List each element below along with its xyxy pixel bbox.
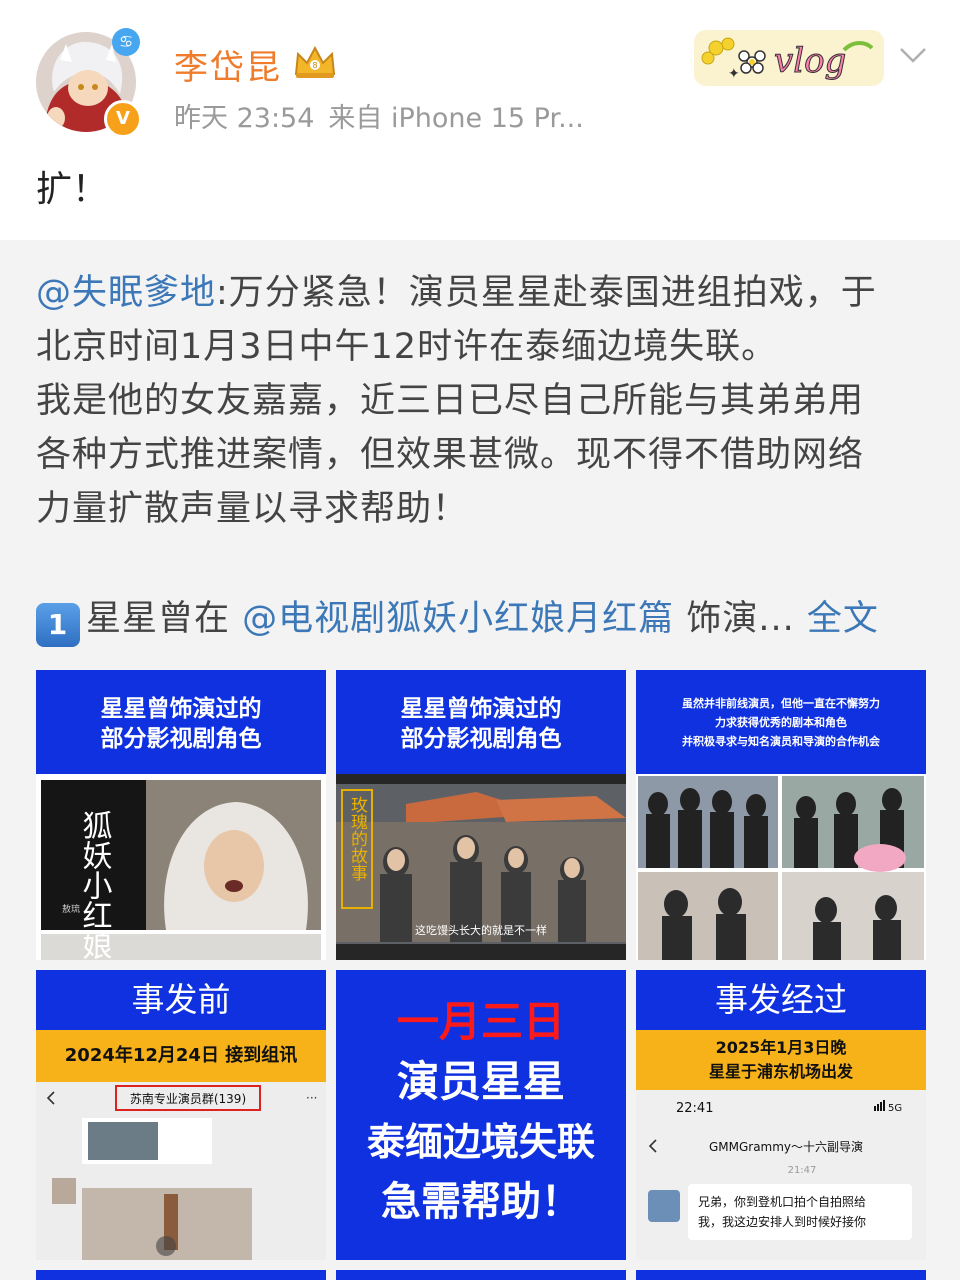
image-1-title-line-1: 星星曾饰演过的	[100, 696, 262, 722]
repost-line-2: 北京时间1月3日中午12时许在泰缅边境失联。	[36, 327, 778, 367]
chevron-down-icon[interactable]	[898, 40, 928, 70]
image-2-vertical-text: 玫瑰的故事	[347, 796, 368, 881]
svg-text:···: ···	[306, 1091, 317, 1105]
drama-mention-link[interactable]: @电视剧狐妖小红娘月红篇	[242, 599, 674, 639]
image-6-date-line-1: 2025年1月3日晚	[715, 1038, 847, 1057]
image-5-line-4: 急需帮助！	[381, 1179, 581, 1225]
repost-item-line: 1 星星曾在 @电视剧狐妖小红娘月红篇 饰演... 全文	[36, 590, 879, 647]
repost-line-1: :万分紧急！演员星星赴泰国进组拍戏，于	[216, 273, 877, 313]
image-6-phone-time: 22:41	[676, 1101, 713, 1116]
svg-text:8: 8	[312, 61, 317, 70]
vlog-sticker-icon: ✦ vlog	[694, 30, 884, 86]
image-3-title: 虽然并非前线演员，但他一直在不懈努力 力求获得优秀的剧本和角色 并积极寻求与知名…	[636, 670, 926, 774]
crown-vip-icon: 8	[294, 45, 336, 78]
post-header: ♋ V 李岱昆 8 昨天 23:54 来自 iPhone 15 Pr... ✦ v…	[0, 0, 960, 240]
image-6-chat-time: 21:47	[788, 1165, 817, 1176]
image-3-photo-collage	[636, 774, 926, 960]
image-4-date-banner: 2024年12月24日 接到组讯	[36, 1030, 326, 1082]
image-3-line-3: 并积极寻求与知名演员和导演的合作机会	[682, 735, 880, 748]
image-thumb-6[interactable]: 事发经过 2025年1月3日晚 星星于浦东机场出发 22:41 5G GMMGr…	[636, 970, 926, 1260]
image-2-title: 星星曾饰演过的 部分影视剧角色	[336, 670, 626, 774]
image-5-line-3: 泰缅边境失联	[366, 1120, 595, 1164]
image-2-title-line-2: 部分影视剧角色	[400, 726, 562, 752]
image-6-message-line-2: 我，我这边安排人到时候好接你	[698, 1214, 866, 1229]
image-4-header: 事发前	[36, 970, 326, 1030]
image-6-signal: 5G	[888, 1103, 902, 1114]
image-thumb-3[interactable]: 虽然并非前线演员，但他一直在不懈努力 力求获得优秀的剧本和角色 并积极寻求与知名…	[636, 670, 926, 960]
svg-text:✦: ✦	[728, 66, 740, 82]
repost-line-5: 力量扩散声量以寻求帮助！	[36, 489, 469, 529]
image-4-chat-screenshot: 苏南专业演员群(139) ···	[36, 1082, 326, 1260]
post-source: 来自 iPhone 15 Pr...	[328, 103, 584, 134]
verified-badge-icon: V	[104, 100, 142, 138]
image-6-chat-screenshot: 22:41 5G GMMGrammy～十六副导演 21:47 兄弟，你到登机口拍…	[636, 1090, 926, 1260]
repost-text: @失眠爹地:万分紧急！演员星星赴泰国进组拍戏，于 北京时间1月3日中午12时许在…	[36, 266, 926, 536]
image-5-text: 一月三日 演员星星 泰缅边境失联 急需帮助！	[336, 992, 626, 1232]
item-suffix: 饰演...	[686, 599, 795, 639]
repost-line-3: 我是他的女友嘉嘉，近三日已尽自己所能与其弟弟用	[36, 381, 865, 421]
image-2-title-line-1: 星星曾饰演过的	[400, 696, 562, 722]
post-time: 昨天 23:54	[174, 103, 315, 134]
image-1-poster-small: 敖琉	[62, 903, 80, 915]
repost-line-4: 各种方式推进案情，但效果甚微。现不得不借助网络	[36, 435, 865, 475]
full-text-link[interactable]: 全文	[807, 599, 879, 639]
image-5-line-2: 演员星星	[396, 1057, 565, 1106]
image-5-line-1: 一月三日	[396, 997, 565, 1046]
image-3-line-2: 力求获得优秀的剧本和角色	[715, 716, 847, 729]
image-6-date-banner: 2025年1月3日晚 星星于浦东机场出发	[636, 1030, 926, 1090]
image-row-3-peek-3[interactable]	[636, 1270, 926, 1280]
post-meta: 昨天 23:54 来自 iPhone 15 Pr...	[174, 96, 598, 135]
image-grid: 星星曾饰演过的 部分影视剧角色 狐妖小红娘 敖琉 星星曾饰演过的 部分影视剧角色	[36, 670, 926, 1280]
zodiac-icon: ♋	[112, 28, 140, 56]
image-row-3-peek-2[interactable]	[336, 1270, 626, 1280]
image-6-chat-title: GMMGrammy～十六副导演	[709, 1139, 863, 1154]
image-6-date-line-2: 星星于浦东机场出发	[708, 1062, 853, 1081]
image-1-title: 星星曾饰演过的 部分影视剧角色	[36, 670, 326, 774]
image-row-3-peek-1[interactable]	[36, 1270, 326, 1280]
image-6-message-line-1: 兄弟，你到登机口拍个自拍照给	[698, 1194, 866, 1209]
item-prefix: 星星曾在	[86, 599, 231, 639]
image-2-subtitle: 这吃馒头长大的就是不一样	[415, 923, 547, 937]
image-1-title-line-2: 部分影视剧角色	[100, 726, 262, 752]
image-2-photo: 玫瑰的故事 这吃馒头长大的就是不一样	[336, 774, 626, 960]
image-6-header: 事发经过	[636, 970, 926, 1030]
image-1-photo: 狐妖小红娘 敖琉	[36, 774, 326, 960]
username[interactable]: 李岱昆	[174, 40, 282, 89]
post-text: 扩！	[36, 169, 109, 210]
image-thumb-1[interactable]: 星星曾饰演过的 部分影视剧角色 狐妖小红娘 敖琉	[36, 670, 326, 960]
image-1-poster-text: 狐妖小红娘	[77, 810, 113, 960]
image-3-line-1: 虽然并非前线演员，但他一直在不懈努力	[682, 697, 880, 710]
image-thumb-2[interactable]: 星星曾饰演过的 部分影视剧角色 玫瑰的故事 这吃馒头长大的就是不一样	[336, 670, 626, 960]
keycap-number-icon: 1	[36, 603, 80, 647]
image-4-group-name: 苏南专业演员群(139)	[130, 1091, 246, 1106]
vlog-label: vlog	[774, 41, 846, 81]
image-thumb-4[interactable]: 事发前 2024年12月24日 接到组讯 苏南专业演员群(139) ···	[36, 970, 326, 1260]
image-thumb-5[interactable]: 一月三日 演员星星 泰缅边境失联 急需帮助！	[336, 970, 626, 1260]
mention-link[interactable]: @失眠爹地	[36, 273, 216, 313]
